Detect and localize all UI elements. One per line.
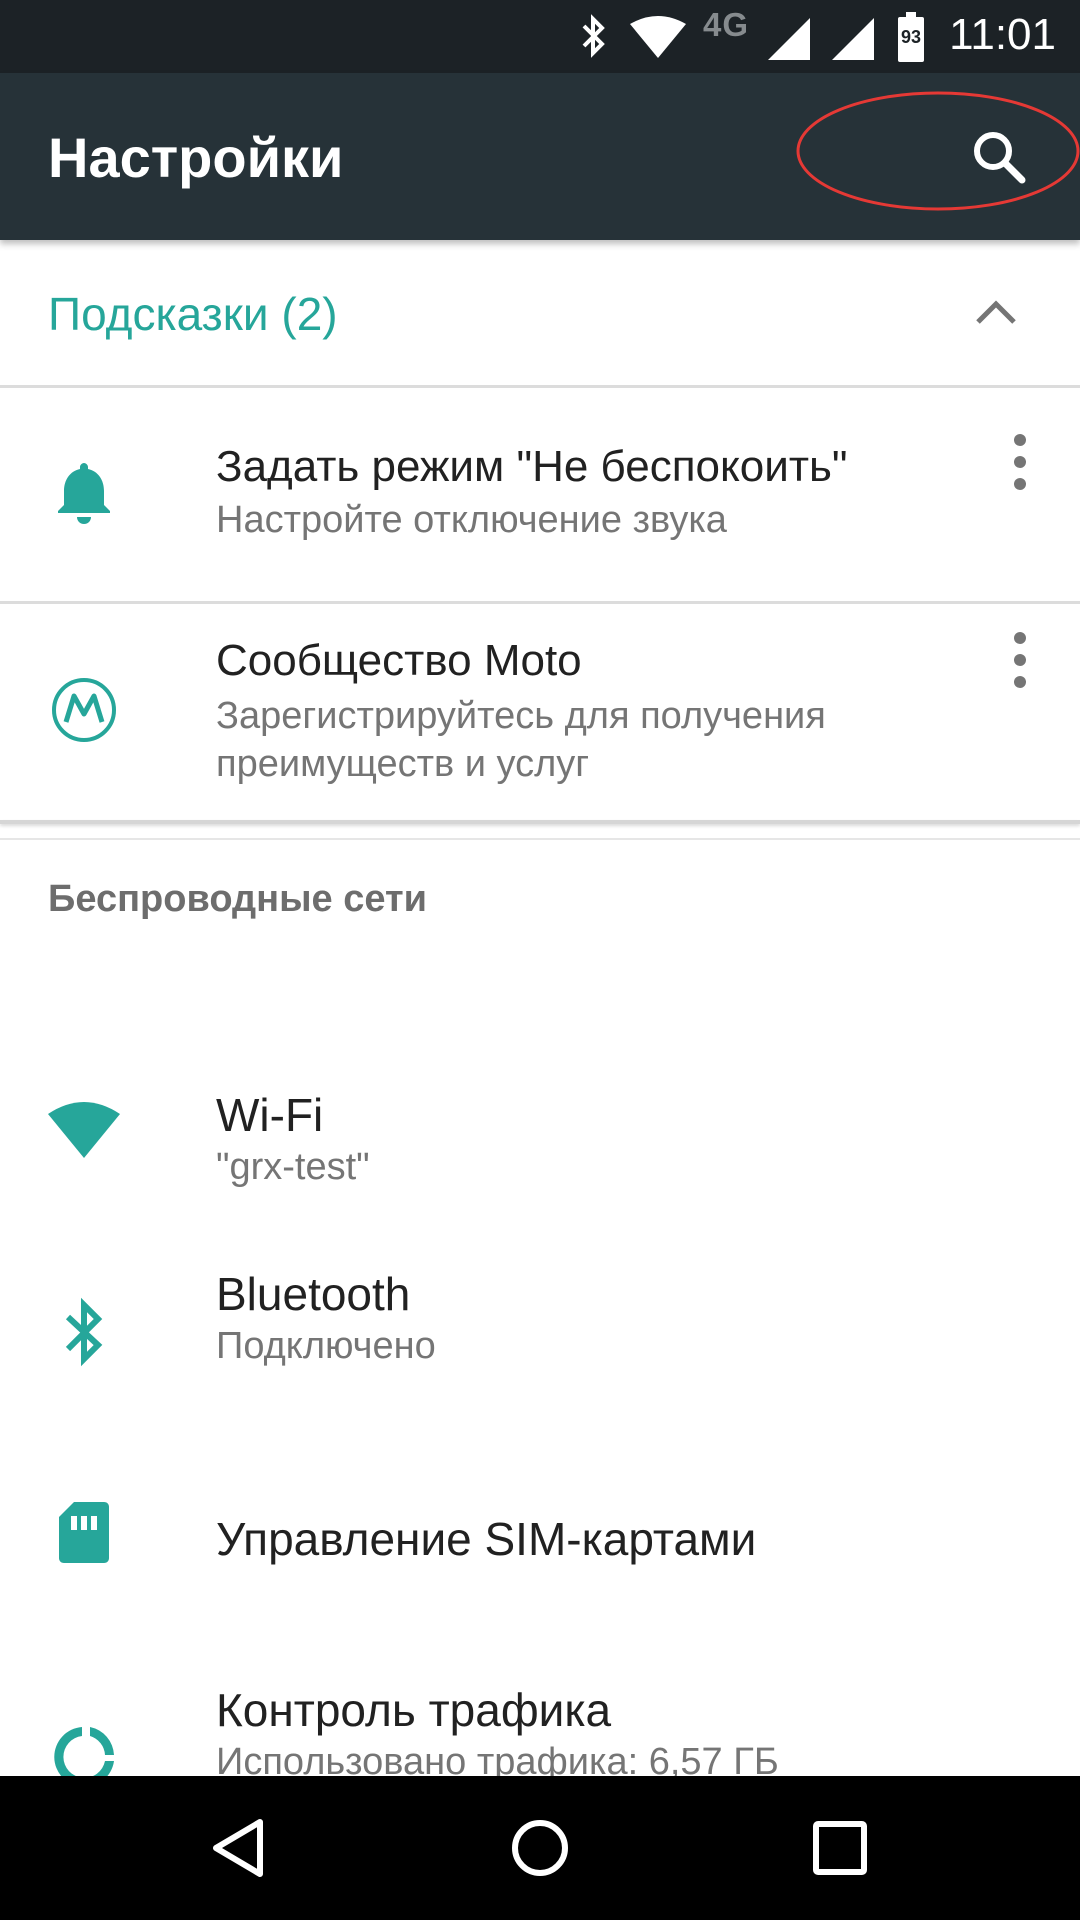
item-summary: Использовано трафика: 6,57 ГБ [216, 1741, 779, 1776]
navigation-bar [0, 1776, 1080, 1920]
item-title: Управление SIM-картами [216, 1513, 757, 1565]
suggestion-moto-community[interactable]: Сообщество Moto Зарегистрируйтесь для по… [0, 604, 1080, 1060]
setting-item-wifi[interactable]: Wi-Fi "grx-test" [0, 1010, 1080, 1225]
chevron-up-icon[interactable] [970, 288, 1022, 340]
network-type-label: 4G [703, 6, 750, 43]
recents-button-icon[interactable] [800, 1808, 880, 1888]
item-title: Контроль трафика [216, 1684, 612, 1736]
sim-card-icon [59, 1502, 109, 1563]
wifi-icon [48, 1102, 120, 1158]
bell-icon [58, 463, 110, 524]
setting-item-sim-management[interactable]: Управление SIM-картами [0, 1440, 1080, 1645]
back-button-icon[interactable] [200, 1808, 280, 1888]
more-vert-icon[interactable] [996, 426, 1044, 498]
settings-screen: 4G 93 11:01 Настройки Подсказки (2) Зада… [0, 0, 1080, 1920]
data-usage-icon [54, 1727, 114, 1776]
suggestion-summary-line1: Зарегистрируйтесь для получения [216, 695, 826, 737]
home-button-icon[interactable] [500, 1808, 580, 1888]
suggestion-summary: Настройте отключение звука [216, 499, 727, 541]
search-icon [974, 132, 1026, 184]
more-vert-icon[interactable] [996, 624, 1044, 696]
setting-item-bluetooth[interactable]: Bluetooth Подключено [0, 1225, 1080, 1440]
bluetooth-status-icon [582, 14, 605, 58]
cell-signal-icon-2 [832, 18, 874, 60]
settings-list[interactable]: Подсказки (2) Задать режим "Не беспокоит… [0, 240, 1080, 1776]
item-title: Bluetooth [216, 1268, 411, 1320]
wifi-status-icon [630, 16, 686, 58]
motorola-logo-icon [52, 678, 116, 742]
status-bar: 4G 93 11:01 [0, 0, 1080, 73]
item-summary: "grx-test" [216, 1146, 370, 1188]
suggestion-title: Сообщество Moto [216, 636, 582, 685]
suggestions-title: Подсказки (2) [48, 288, 338, 340]
bluetooth-icon [65, 1297, 103, 1367]
search-button[interactable] [960, 118, 1040, 198]
item-title: Wi-Fi [216, 1089, 324, 1141]
toolbar: Настройки [0, 73, 1080, 240]
setting-item-data-usage[interactable]: Контроль трафика Использовано трафика: 6… [0, 1645, 1080, 1776]
section-divider [0, 838, 1080, 840]
suggestion-title: Задать режим "Не беспокоить" [216, 442, 848, 491]
item-summary: Подключено [216, 1325, 436, 1367]
battery-level: 93 [900, 27, 922, 47]
cell-signal-icon-1 [768, 18, 810, 60]
section-header-wireless: Беспроводные сети [48, 878, 427, 920]
suggestions-divider [0, 820, 1080, 824]
page-title: Настройки [48, 126, 344, 189]
suggestion-do-not-disturb[interactable]: Задать режим "Не беспокоить" Настройте о… [0, 388, 1080, 604]
suggestions-header[interactable]: Подсказки (2) [0, 240, 1080, 388]
status-time: 11:01 [949, 10, 1056, 59]
suggestion-summary-line2: преимуществ и услуг [216, 743, 590, 785]
